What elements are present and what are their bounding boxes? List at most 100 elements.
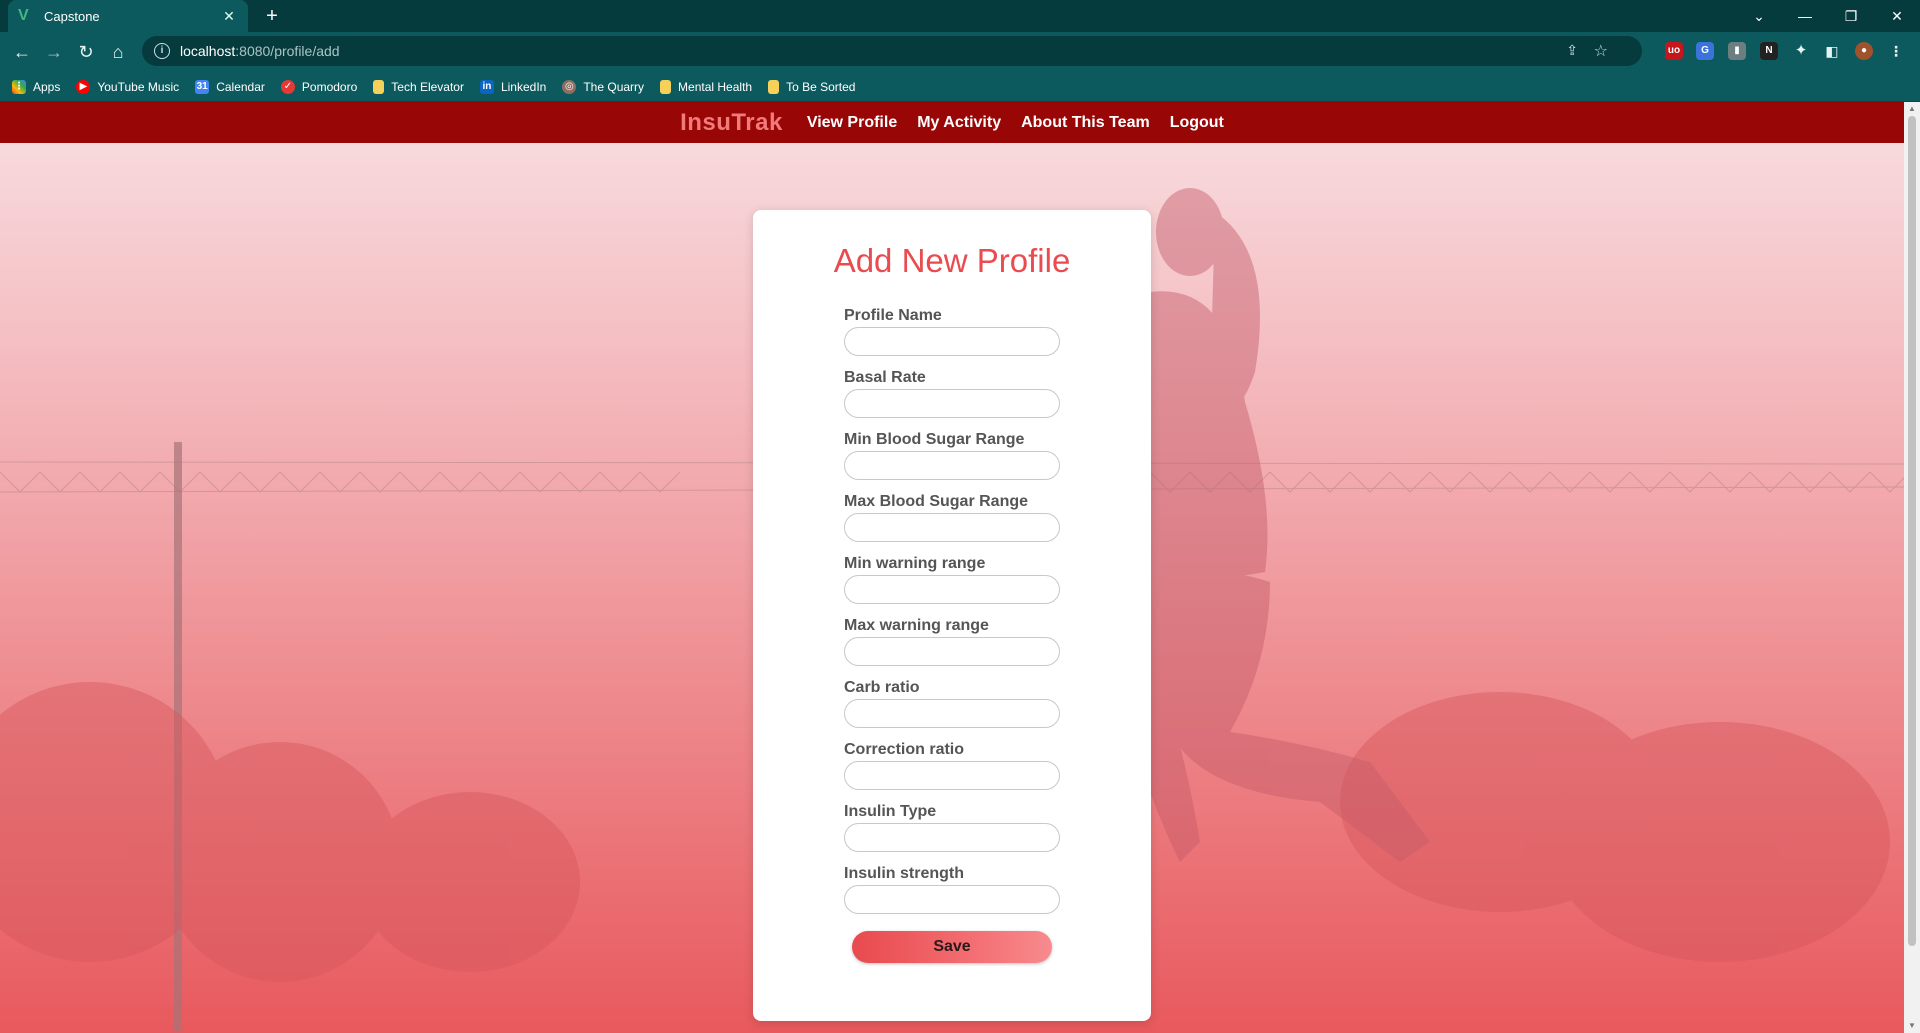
field-label: Correction ratio [844,741,965,758]
extensions-puzzle-icon[interactable]: ✦ [1792,42,1810,60]
quarry-icon: ◎ [562,79,577,94]
pomodoro-icon: ✓ [280,79,295,94]
bookmarks-bar: ⋮ Apps ▶ YouTube Music 31 Calendar ✓ Pom… [0,72,1920,102]
menu-kebab-icon[interactable]: ⋮ [1887,42,1905,60]
bookmark-label: Pomodoro [301,79,358,94]
folder-icon [373,79,385,94]
insulin-type-field: Insulin Type [844,803,1064,852]
new-tab-button[interactable]: + [260,4,284,28]
max-blood-sugar-field: Max Blood Sugar Range [844,493,1064,542]
max-blood-sugar-input[interactable] [844,513,1060,542]
nav-about-this-team[interactable]: About This Team [1021,114,1150,132]
bookmark-label: Calendar [216,79,265,94]
carb-ratio-field: Carb ratio [844,679,1064,728]
folder-icon [660,79,672,94]
vue-logo-icon: V [18,7,29,24]
ublock-extension-icon[interactable]: uo [1665,42,1683,60]
field-label: Profile Name [844,307,942,324]
max-warning-range-input[interactable] [844,637,1060,666]
forward-arrow-icon[interactable]: → [42,40,66,64]
profile-name-field: Profile Name [844,307,1064,356]
bookmark-label: To Be Sorted [786,79,856,94]
tab-strip: V Capstone ✕ + ⌄ — ❐ ✕ [0,0,1920,32]
close-tab-icon[interactable]: ✕ [220,8,238,25]
back-arrow-icon[interactable]: ← [10,40,34,64]
field-label: Min warning range [844,555,986,572]
url-path: :8080/profile/add [235,43,340,59]
correction-ratio-field: Correction ratio [844,741,1064,790]
calendar-icon: 31 [195,79,210,94]
brand-logo[interactable]: InsuTrak [680,109,783,137]
nav-my-activity[interactable]: My Activity [917,114,1001,132]
add-profile-card: Add New Profile Profile Name Basal Rate … [753,210,1151,1021]
carb-ratio-input[interactable] [844,699,1060,728]
url-host: localhost [180,43,236,59]
field-label: Basal Rate [844,369,926,386]
page-scrollbar[interactable]: ▲ ▼ [1904,102,1920,1033]
site-navbar: InsuTrak View Profile My Activity About … [0,102,1904,143]
apps-grid-icon: ⋮ [12,79,26,94]
max-warning-range-field: Max warning range [844,617,1064,666]
close-window-button[interactable]: ✕ [1874,0,1920,32]
side-panel-icon[interactable]: ◧ [1823,42,1841,60]
translate-extension-icon[interactable]: G [1696,42,1714,60]
field-label: Min Blood Sugar Range [844,431,1025,448]
extension-icon[interactable]: ▮ [1728,42,1746,60]
profile-avatar[interactable]: ● [1855,42,1873,60]
min-blood-sugar-field: Min Blood Sugar Range [844,431,1064,480]
bookmark-label: LinkedIn [500,79,547,94]
site-info-icon[interactable]: i [154,43,170,59]
page-viewport: InsuTrak View Profile My Activity About … [0,102,1904,1033]
bookmark-label: The Quarry [583,79,645,94]
field-label: Insulin Type [844,803,937,820]
nav-logout[interactable]: Logout [1170,114,1224,132]
bookmark-linkedin[interactable]: in LinkedIn [479,79,547,94]
bookmark-mental-health[interactable]: Mental Health [660,79,753,94]
minimize-button[interactable]: — [1782,0,1828,32]
bookmark-tech-elevator[interactable]: Tech Elevator [373,79,464,94]
folder-icon [768,79,780,94]
field-label: Max warning range [844,617,989,634]
notion-extension-icon[interactable]: N [1760,42,1778,60]
bookmark-apps[interactable]: ⋮ Apps [12,79,61,94]
basal-rate-field: Basal Rate [844,369,1064,418]
linkedin-icon: in [479,79,494,94]
reload-icon[interactable]: ↻ [74,40,98,64]
bookmark-to-be-sorted[interactable]: To Be Sorted [768,79,856,94]
browser-tab[interactable]: V Capstone ✕ [8,0,248,32]
restore-button[interactable]: ❐ [1828,0,1874,32]
min-warning-range-input[interactable] [844,575,1060,604]
bookmark-label: Apps [33,79,61,94]
tab-search-icon[interactable]: ⌄ [1736,0,1782,32]
nav-view-profile[interactable]: View Profile [807,114,897,132]
bookmark-calendar[interactable]: 31 Calendar [195,79,265,94]
page-title: Add New Profile [833,242,1071,279]
min-blood-sugar-input[interactable] [844,451,1060,480]
save-button[interactable]: Save [852,931,1052,963]
scroll-down-icon[interactable]: ▼ [1904,1019,1920,1033]
min-warning-range-field: Min warning range [844,555,1064,604]
bookmark-the-quarry[interactable]: ◎ The Quarry [562,79,645,94]
field-label: Carb ratio [844,679,920,696]
bookmark-label: Mental Health [678,79,753,94]
address-bar[interactable]: i localhost :8080/profile/add ⇪ ☆ [142,36,1642,66]
field-label: Max Blood Sugar Range [844,493,1029,510]
insulin-strength-input[interactable] [844,885,1060,914]
bookmark-youtube-music[interactable]: ▶ YouTube Music [76,79,180,94]
home-icon[interactable]: ⌂ [106,40,130,64]
insulin-type-input[interactable] [844,823,1060,852]
bookmark-label: Tech Elevator [391,79,464,94]
tab-title: Capstone [44,8,100,24]
scroll-up-icon[interactable]: ▲ [1904,102,1920,116]
insulin-strength-field: Insulin strength [844,865,1064,914]
share-icon[interactable]: ⇪ [1566,42,1578,59]
profile-name-input[interactable] [844,327,1060,356]
basal-rate-input[interactable] [844,389,1060,418]
bookmark-pomodoro[interactable]: ✓ Pomodoro [280,79,358,94]
correction-ratio-input[interactable] [844,761,1060,790]
bookmark-star-icon[interactable]: ☆ [1594,41,1608,61]
field-label: Insulin strength [844,865,964,882]
youtube-music-icon: ▶ [76,79,91,94]
bookmark-label: YouTube Music [97,79,180,94]
scrollbar-thumb[interactable] [1908,116,1916,946]
